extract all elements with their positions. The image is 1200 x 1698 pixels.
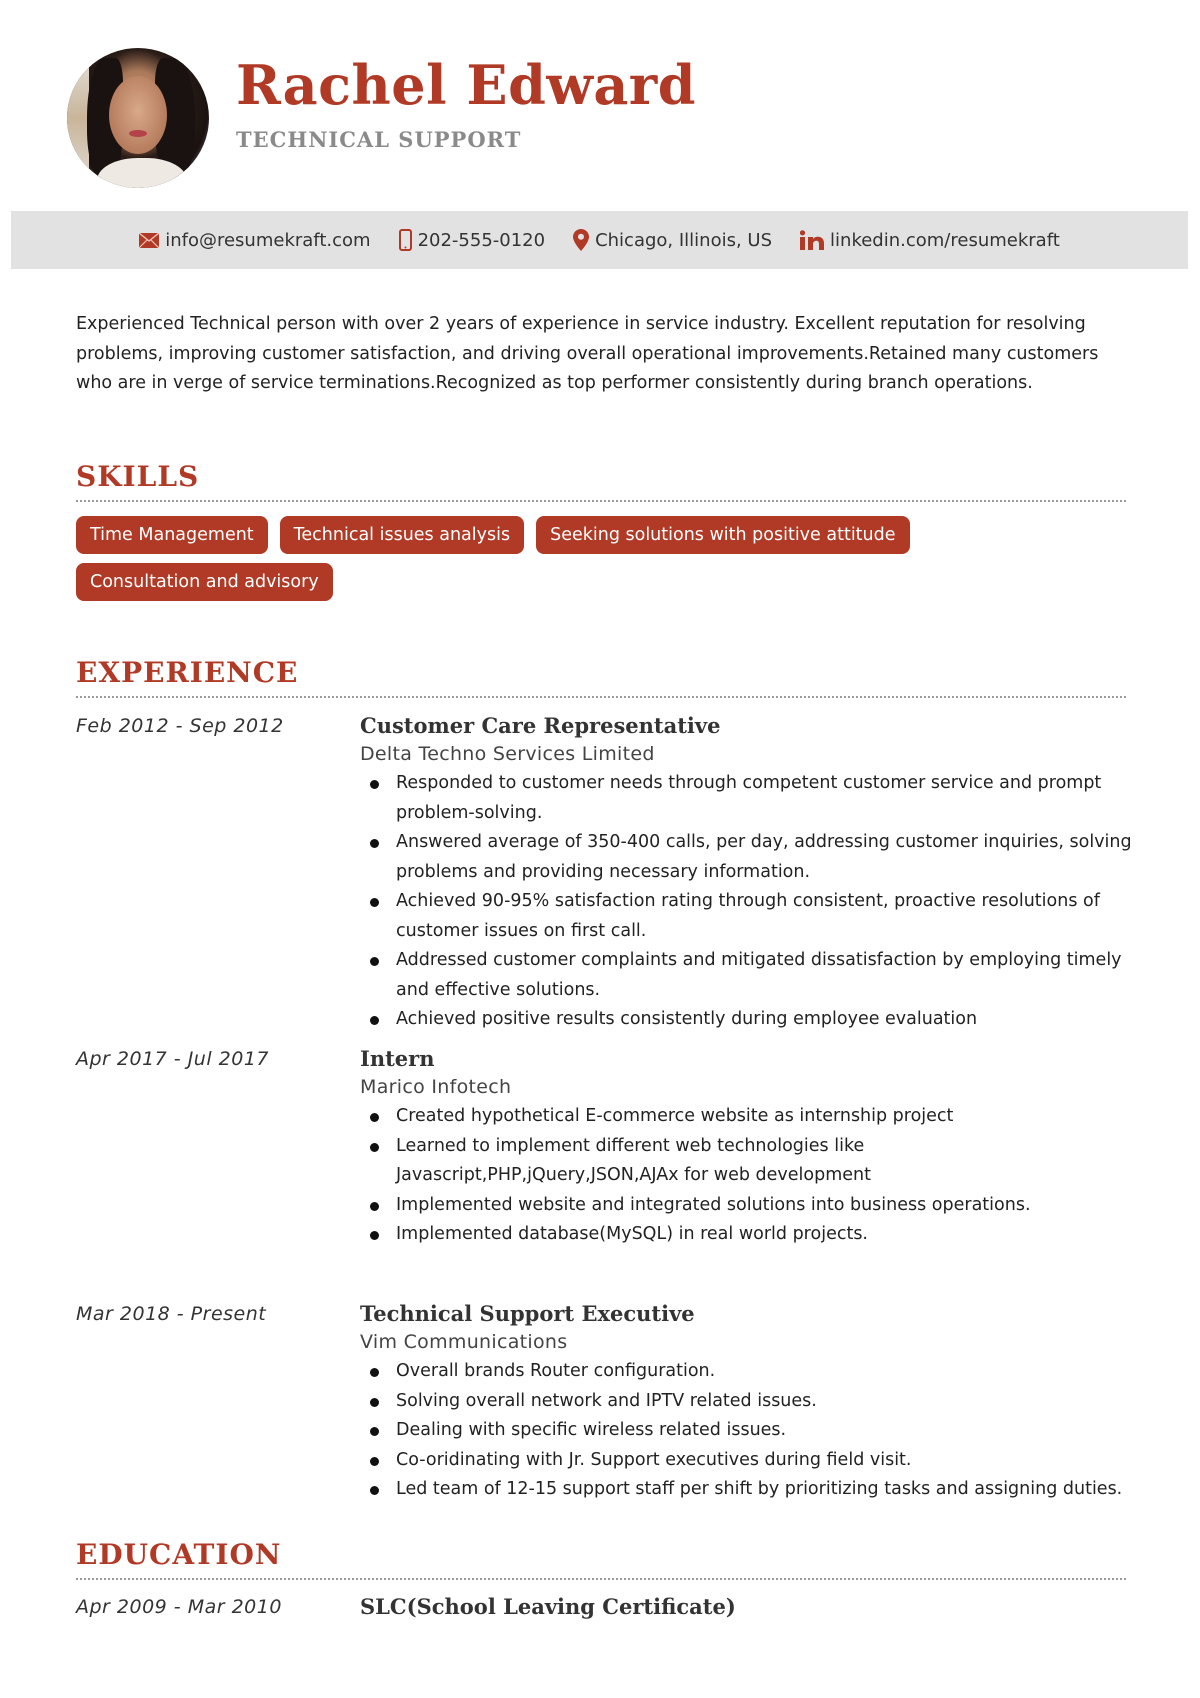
resume-header: Rachel Edward TECHNICAL SUPPORT xyxy=(0,0,1200,210)
email-text: info@resumekraft.com xyxy=(165,229,371,251)
education-heading: EDUCATION xyxy=(76,1538,282,1571)
candidate-role: TECHNICAL SUPPORT xyxy=(236,127,522,152)
contact-phone[interactable]: 202-555-0120 xyxy=(398,229,546,251)
responsibility-list: Overall brands Router configuration. Sol… xyxy=(360,1357,1140,1505)
responsibility-item: Responded to customer needs through comp… xyxy=(360,769,1140,828)
contact-bar: info@resumekraft.com 202-555-0120 Chicag… xyxy=(11,211,1188,269)
responsibility-list: Created hypothetical E-commerce website … xyxy=(360,1102,1140,1250)
responsibility-item: Created hypothetical E-commerce website … xyxy=(360,1102,1140,1132)
location-text: Chicago, Illinois, US xyxy=(595,229,773,251)
job-title: Intern xyxy=(360,1046,435,1071)
skills-divider xyxy=(76,500,1126,502)
responsibility-item: Learned to implement different web techn… xyxy=(360,1132,1140,1191)
education-dates: Apr 2009 - Mar 2010 xyxy=(76,1596,282,1618)
education-details: SLC(School Leaving Certificate) xyxy=(360,1594,1140,1620)
responsibility-item: Overall brands Router configuration. xyxy=(360,1357,1140,1387)
phone-text: 202-555-0120 xyxy=(417,229,546,251)
experience-details: Customer Care Representative Delta Techn… xyxy=(360,713,1140,1035)
mobile-phone-icon xyxy=(398,229,412,251)
linkedin-icon xyxy=(800,230,825,250)
linkedin-text: linkedin.com/resumekraft xyxy=(830,229,1060,251)
profile-photo xyxy=(67,48,209,188)
experience-details: Intern Marico Infotech Created hypotheti… xyxy=(360,1046,1140,1250)
responsibility-item: Dealing with specific wireless related i… xyxy=(360,1416,1140,1446)
education-divider xyxy=(76,1578,1126,1580)
responsibility-item: Addressed customer complaints and mitiga… xyxy=(360,946,1140,1005)
skills-list: Time Management Technical issues analysi… xyxy=(76,516,1136,601)
experience-heading: EXPERIENCE xyxy=(76,656,299,689)
company-name: Marico Infotech xyxy=(360,1076,512,1098)
professional-summary: Experienced Technical person with over 2… xyxy=(76,314,1099,393)
responsibility-item: Solving overall network and IPTV related… xyxy=(360,1387,1140,1417)
photo-lips xyxy=(129,130,147,137)
experience-dates: Mar 2018 - Present xyxy=(76,1303,267,1325)
skill-pill: Consultation and advisory xyxy=(76,563,333,601)
photo-face xyxy=(109,76,167,154)
responsibility-item: Implemented website and integrated solut… xyxy=(360,1191,1140,1221)
experience-dates: Apr 2017 - Jul 2017 xyxy=(76,1048,270,1070)
skills-heading: SKILLS xyxy=(76,460,200,493)
responsibility-item: Implemented database(MySQL) in real worl… xyxy=(360,1220,1140,1250)
envelope-icon xyxy=(139,232,160,248)
candidate-name: Rachel Edward xyxy=(236,53,697,117)
degree-title: SLC(School Leaving Certificate) xyxy=(360,1594,736,1619)
contact-location[interactable]: Chicago, Illinois, US xyxy=(573,229,772,251)
job-title: Customer Care Representative xyxy=(360,713,721,738)
skill-pill: Seeking solutions with positive attitude xyxy=(536,516,910,554)
job-title: Technical Support Executive xyxy=(360,1301,695,1326)
responsibility-item: Achieved 90-95% satisfaction rating thro… xyxy=(360,887,1140,946)
photo-background xyxy=(67,48,89,188)
map-pin-icon xyxy=(573,229,590,251)
responsibility-item: Co-oridinating with Jr. Support executiv… xyxy=(360,1446,1140,1476)
responsibility-item: Achieved positive results consistently d… xyxy=(360,1005,1140,1035)
responsibility-item: Led team of 12-15 support staff per shif… xyxy=(360,1475,1140,1505)
experience-divider xyxy=(76,696,1126,698)
contact-email[interactable]: info@resumekraft.com xyxy=(139,229,371,251)
experience-dates: Feb 2012 - Sep 2012 xyxy=(76,715,284,737)
skill-pill: Technical issues analysis xyxy=(279,516,525,554)
experience-details: Technical Support Executive Vim Communic… xyxy=(360,1301,1140,1505)
responsibility-item: Answered average of 350-400 calls, per d… xyxy=(360,828,1140,887)
contact-linkedin[interactable]: linkedin.com/resumekraft xyxy=(800,230,1060,251)
company-name: Delta Techno Services Limited xyxy=(360,743,655,765)
skill-pill: Time Management xyxy=(76,516,268,554)
responsibility-list: Responded to customer needs through comp… xyxy=(360,769,1140,1035)
company-name: Vim Communications xyxy=(360,1331,568,1353)
